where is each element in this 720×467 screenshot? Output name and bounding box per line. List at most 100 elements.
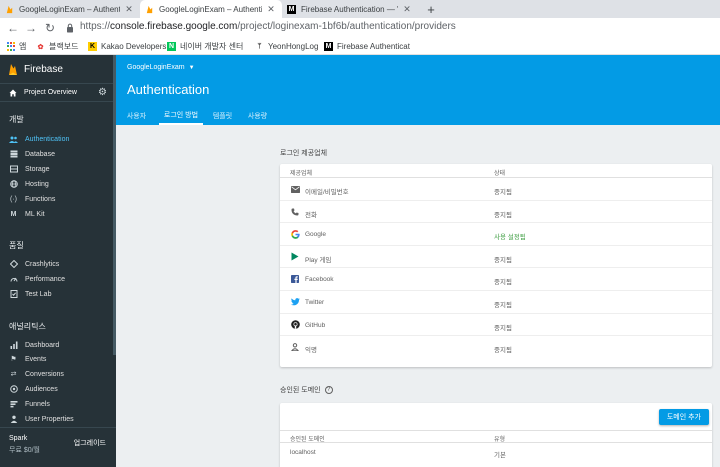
section-analytics: 애널리틱스	[9, 322, 46, 331]
bookmark-kakao[interactable]: K Kakao Developers	[88, 40, 166, 53]
browser-tab[interactable]: GoogleLoginExam – Authentica ✕	[0, 0, 140, 18]
audiences-icon	[9, 385, 18, 394]
sidebar-item-dashboard[interactable]: Dashboard	[0, 338, 116, 352]
sidebar-item-funnels[interactable]: Funnels	[0, 397, 116, 411]
provider-row-twitter[interactable]: Twitter 중지됨	[280, 291, 712, 314]
sidebar-item-label: Conversions	[25, 370, 64, 378]
address-bar[interactable]: https://console.firebase.google.com/proj…	[80, 21, 456, 32]
provider-status: 사용 설정됨	[494, 234, 526, 242]
tab-users[interactable]: 사용자	[120, 107, 153, 125]
bookmark-label: YeonHongLog	[268, 42, 319, 51]
provider-row-phone[interactable]: 전화 중지됨	[280, 201, 712, 224]
url-prefix: https://	[80, 21, 111, 32]
sidebar-item-functions[interactable]: (·) Functions	[0, 192, 116, 206]
sidebar-item-audiences[interactable]: Audiences	[0, 382, 116, 396]
tab-usage[interactable]: 사용량	[242, 107, 273, 125]
new-tab-button[interactable]: +	[424, 1, 438, 17]
browser-tab-strip: GoogleLoginExam – Authentica ✕ GoogleLog…	[0, 0, 720, 18]
project-overview-link[interactable]: Project Overview ⚙	[0, 83, 116, 102]
provider-name: Play 게임	[305, 256, 332, 264]
provider-status: 중지됨	[494, 347, 512, 355]
project-selector[interactable]: GoogleLoginExam ▼	[127, 64, 195, 71]
firebase-icon	[6, 5, 13, 13]
velog-icon: ᛘ	[257, 43, 262, 50]
providers-section-label: 로그인 제공업체	[280, 150, 328, 157]
sidebar-item-user-properties[interactable]: User Properties	[0, 412, 116, 426]
crashlytics-icon	[9, 260, 18, 269]
sidebar-item-database[interactable]: Database	[0, 147, 116, 161]
tab-templates[interactable]: 템플릿	[207, 107, 238, 125]
provider-status: 중지됨	[494, 211, 512, 219]
firebase-brand[interactable]: Firebase	[0, 55, 116, 83]
firebase-sidebar: Firebase Project Overview ⚙ 개발 Authentic…	[0, 55, 116, 467]
project-name: GoogleLoginExam	[127, 64, 185, 71]
bookmark-apps[interactable]: 앱	[6, 40, 26, 53]
functions-icon: (·)	[10, 195, 17, 203]
provider-row-google[interactable]: Google 사용 설정됨	[280, 223, 712, 246]
provider-status: 중지됨	[494, 189, 512, 196]
sidebar-item-events[interactable]: ⚑ Events	[0, 352, 116, 366]
domains-card: 도메인 추가 승인된 도메인 유형 localhost 기본	[280, 403, 712, 467]
sidebar-item-conversions[interactable]: ⇄ Conversions	[0, 367, 116, 381]
database-icon	[9, 150, 18, 159]
upgrade-button[interactable]: 업그레이드	[74, 438, 106, 448]
help-icon[interactable]: ?	[324, 386, 333, 394]
provider-row-facebook[interactable]: Facebook 중지됨	[280, 268, 712, 291]
provider-status: 중지됨	[494, 301, 512, 309]
add-domain-button[interactable]: 도메인 추가	[658, 409, 709, 425]
provider-name: Twitter	[305, 298, 325, 306]
provider-row-play-games[interactable]: Play 게임 중지됨	[280, 246, 712, 269]
sidebar-item-ml-kit[interactable]: M ML Kit	[0, 207, 116, 221]
bar-chart-icon	[9, 341, 18, 350]
naver-icon: N	[167, 42, 176, 51]
sidebar-item-label: Test Lab	[25, 290, 52, 298]
column-header-domain: 승인된 도메인	[290, 437, 325, 443]
provider-name: 전화	[305, 211, 317, 219]
sidebar-item-label: Authentication	[25, 135, 70, 143]
close-icon[interactable]: ✕	[266, 4, 276, 15]
people-icon	[9, 135, 18, 144]
close-icon[interactable]: ✕	[402, 4, 412, 15]
sidebar-item-performance[interactable]: Performance	[0, 272, 116, 286]
sidebar-footer: Spark 무료 $0/월 업그레이드	[0, 427, 116, 467]
domain-row[interactable]: localhost 기본	[280, 443, 712, 463]
globe-icon	[9, 180, 18, 189]
browser-tab-title: Firebase Authentication — 'Go	[301, 4, 398, 14]
conversions-icon: ⇄	[10, 371, 17, 378]
medium-icon: M	[324, 42, 333, 51]
bookmark-firebase-auth[interactable]: M Firebase Authenticat	[324, 40, 410, 53]
bookmark-blackboard[interactable]: ✿ 블랙보드	[36, 40, 79, 53]
sidebar-item-hosting[interactable]: Hosting	[0, 177, 116, 191]
provider-status: 중지됨	[494, 279, 512, 287]
performance-icon	[9, 275, 18, 284]
url-path: /project/loginexam-1bf6b/authentication/…	[237, 21, 456, 32]
tab-sign-in-method[interactable]: 로그인 방법	[159, 107, 203, 125]
column-header-provider: 제공업체	[290, 171, 313, 177]
domains-section-label: 승인된 도메인 ?	[280, 385, 333, 395]
providers-table-header: 제공업체 상태	[280, 164, 712, 178]
gear-icon[interactable]: ⚙	[98, 87, 107, 98]
provider-row-github[interactable]: GitHub 중지됨	[280, 314, 712, 337]
provider-row-anonymous[interactable]: 익명 중지됨	[280, 336, 712, 359]
provider-row-email[interactable]: 이메일/비밀번호 중지됨	[280, 178, 712, 201]
sidebar-item-authentication[interactable]: Authentication	[0, 132, 116, 146]
sidebar-item-storage[interactable]: Storage	[0, 162, 116, 176]
sidebar-item-crashlytics[interactable]: Crashlytics	[0, 257, 116, 271]
browser-tab[interactable]: M Firebase Authentication — 'Go ✕	[282, 0, 418, 18]
close-icon[interactable]: ✕	[124, 4, 134, 15]
browser-tab-active[interactable]: GoogleLoginExam – Authenticati ✕	[140, 0, 282, 18]
provider-status: 중지됨	[494, 256, 512, 264]
google-icon	[290, 229, 300, 239]
bookmark-yeonhonglog[interactable]: ᛘ YeonHongLog	[255, 40, 318, 53]
sidebar-item-test-lab[interactable]: Test Lab	[0, 287, 116, 301]
domain-name: localhost	[290, 449, 316, 456]
page-title: Authentication	[127, 82, 210, 97]
forward-icon[interactable]: →	[24, 20, 38, 36]
github-icon	[290, 320, 300, 330]
blackboard-icon: ✿	[37, 43, 44, 51]
reload-icon[interactable]: ↻	[43, 20, 57, 36]
back-icon[interactable]: ←	[6, 20, 20, 36]
sidebar-item-label: User Properties	[25, 415, 74, 423]
lock-icon[interactable]	[66, 23, 74, 33]
bookmark-naver[interactable]: N 네이버 개발자 센터	[167, 40, 243, 53]
